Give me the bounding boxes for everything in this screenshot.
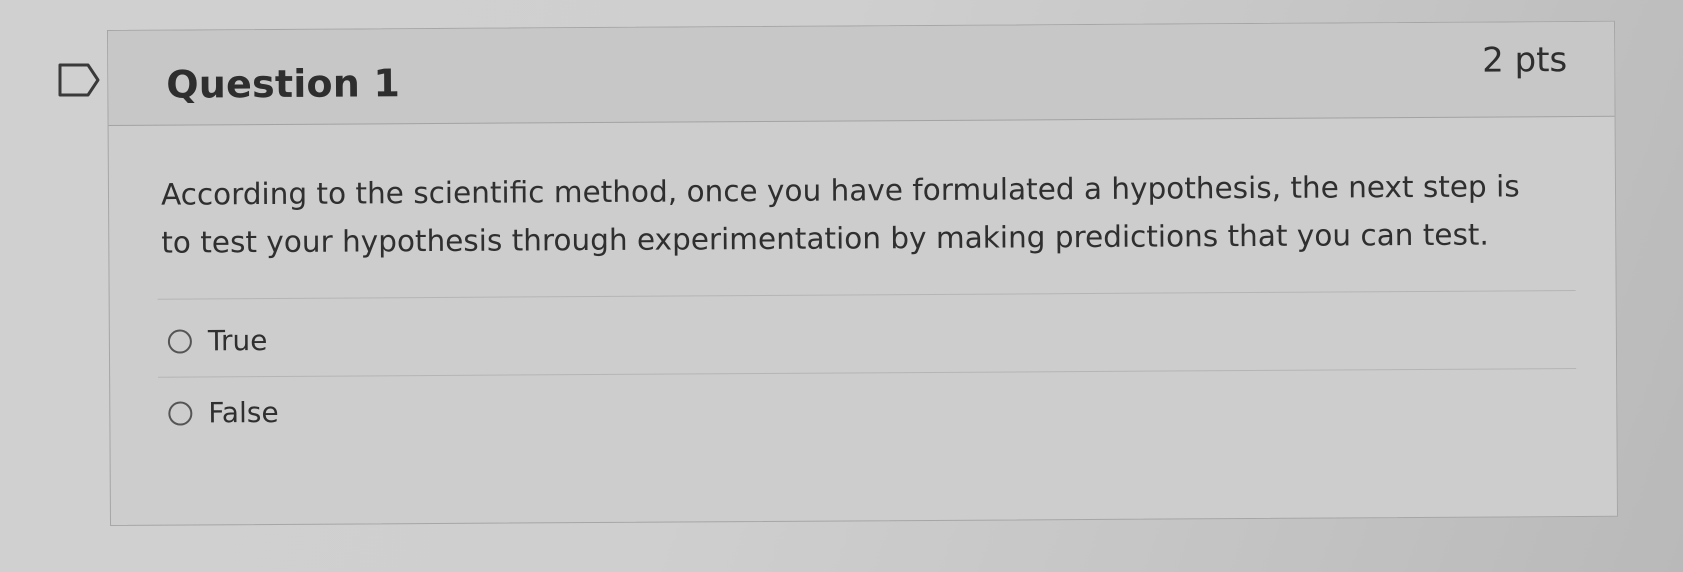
radio-empty-icon[interactable] [167, 328, 192, 354]
answer-label: True [207, 324, 268, 358]
answer-label: False [208, 395, 279, 430]
question-points: 2 pts [1482, 40, 1568, 81]
question-title: Question 1 [166, 61, 401, 107]
divider [158, 368, 1577, 378]
quiz-screen: Question 1 2 pts According to the scient… [0, 0, 1683, 572]
question-card: Question 1 2 pts According to the scient… [107, 20, 1619, 526]
answer-option-false[interactable]: False [168, 395, 279, 430]
question-header: Question 1 2 pts [108, 21, 1615, 126]
radio-empty-icon[interactable] [168, 400, 193, 426]
divider [157, 290, 1576, 300]
bookmark-flag-icon[interactable] [58, 62, 102, 98]
answer-option-true[interactable]: True [167, 324, 268, 358]
question-text: According to the scientific method, once… [160, 169, 1520, 260]
